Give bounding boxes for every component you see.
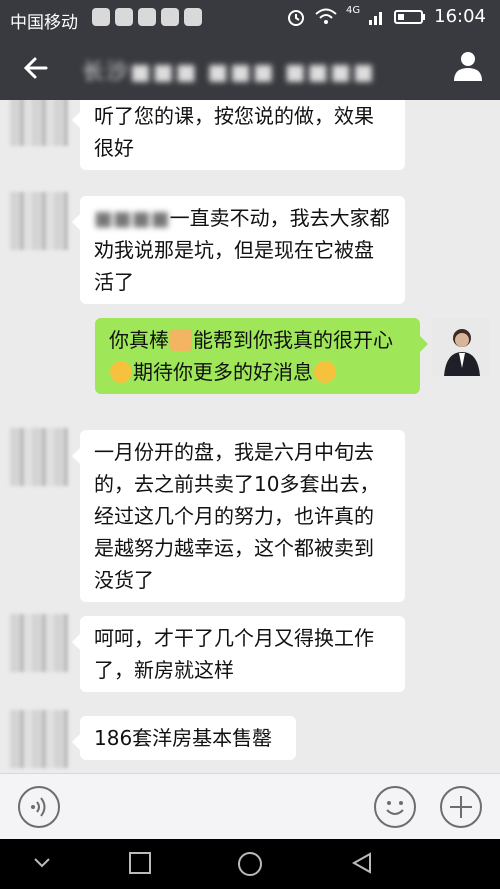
message-bubble[interactable]: ■■■■一直卖不动，我去大家都劝我说那是坑，但是现在它被盘活了	[72, 196, 405, 304]
input-bar	[0, 773, 500, 840]
carrier-label: 中国移动	[10, 13, 78, 33]
emoji-icon[interactable]	[374, 786, 416, 828]
app-notification-icon	[138, 8, 156, 26]
clock: 16:04	[434, 6, 486, 27]
notification-icons	[92, 8, 202, 26]
message-text: 期待你更多的好消息	[133, 360, 313, 384]
message-bubble[interactable]: 一月份开的盘，我是六月中旬去的，去之前共卖了10多套出去，经过这几个月的努力，也…	[72, 430, 405, 602]
message-text: 能帮到你我真的很开心	[193, 328, 393, 352]
wifi-icon	[315, 8, 337, 24]
plus-glyph-icon	[450, 796, 472, 818]
battery-icon	[394, 9, 426, 24]
network-type-label: 4G	[346, 5, 361, 16]
message-bubble[interactable]: 186套洋房基本售罄	[72, 716, 296, 760]
avatar[interactable]	[10, 710, 68, 768]
message-text: 你真棒	[109, 328, 169, 352]
avatar[interactable]	[10, 192, 68, 250]
avatar[interactable]	[10, 614, 68, 672]
triangle-back-icon[interactable]	[350, 851, 374, 875]
circle-home-icon[interactable]	[236, 850, 264, 878]
app-notification-icon	[92, 8, 110, 26]
back-arrow-icon[interactable]	[18, 50, 54, 86]
user-photo-icon	[432, 318, 490, 376]
voice-waves-icon	[31, 797, 46, 817]
app-notification-icon	[161, 8, 179, 26]
message-list[interactable]: 听了您的课，按您说的做，效果很好 ■■■■一直卖不动，我去大家都劝我说那是坑，但…	[0, 100, 500, 773]
heart-eyes-emoji-icon	[314, 360, 336, 383]
thumbs-up-emoji-icon	[170, 328, 192, 351]
person-icon[interactable]	[450, 48, 486, 84]
avatar[interactable]	[10, 428, 68, 486]
avatar[interactable]	[432, 318, 490, 376]
alarm-icon	[288, 9, 304, 26]
message-bubble[interactable]: 呵呵，才干了几个月又得换工作了，新房就这样	[72, 616, 405, 692]
avatar[interactable]	[10, 100, 68, 146]
status-bar: 中国移动 4G 16:04	[0, 0, 500, 36]
square-recent-icon[interactable]	[128, 851, 152, 875]
system-nav-bar	[0, 839, 500, 889]
grin-emoji-icon	[110, 360, 132, 383]
chevron-down-icon[interactable]	[32, 855, 52, 871]
message-bubble[interactable]: 听了您的课，按您说的做，效果很好	[72, 100, 405, 170]
chat-title: 长沙■■■ ■■■ ■■■■ ■■■■	[82, 60, 382, 85]
plus-icon[interactable]	[440, 786, 482, 828]
signal-icon	[369, 11, 383, 25]
message-bubble[interactable]: 你真棒 能帮到你我真的很开心期待你更多的好消息	[95, 318, 428, 394]
app-notification-icon	[115, 8, 133, 26]
chat-header: 长沙■■■ ■■■ ■■■■ ■■■■	[0, 36, 500, 100]
app-notification-icon	[184, 8, 202, 26]
smiley-face-icon	[386, 801, 404, 815]
blurred-name: ■■■■	[94, 206, 170, 230]
voice-icon[interactable]	[18, 786, 60, 828]
